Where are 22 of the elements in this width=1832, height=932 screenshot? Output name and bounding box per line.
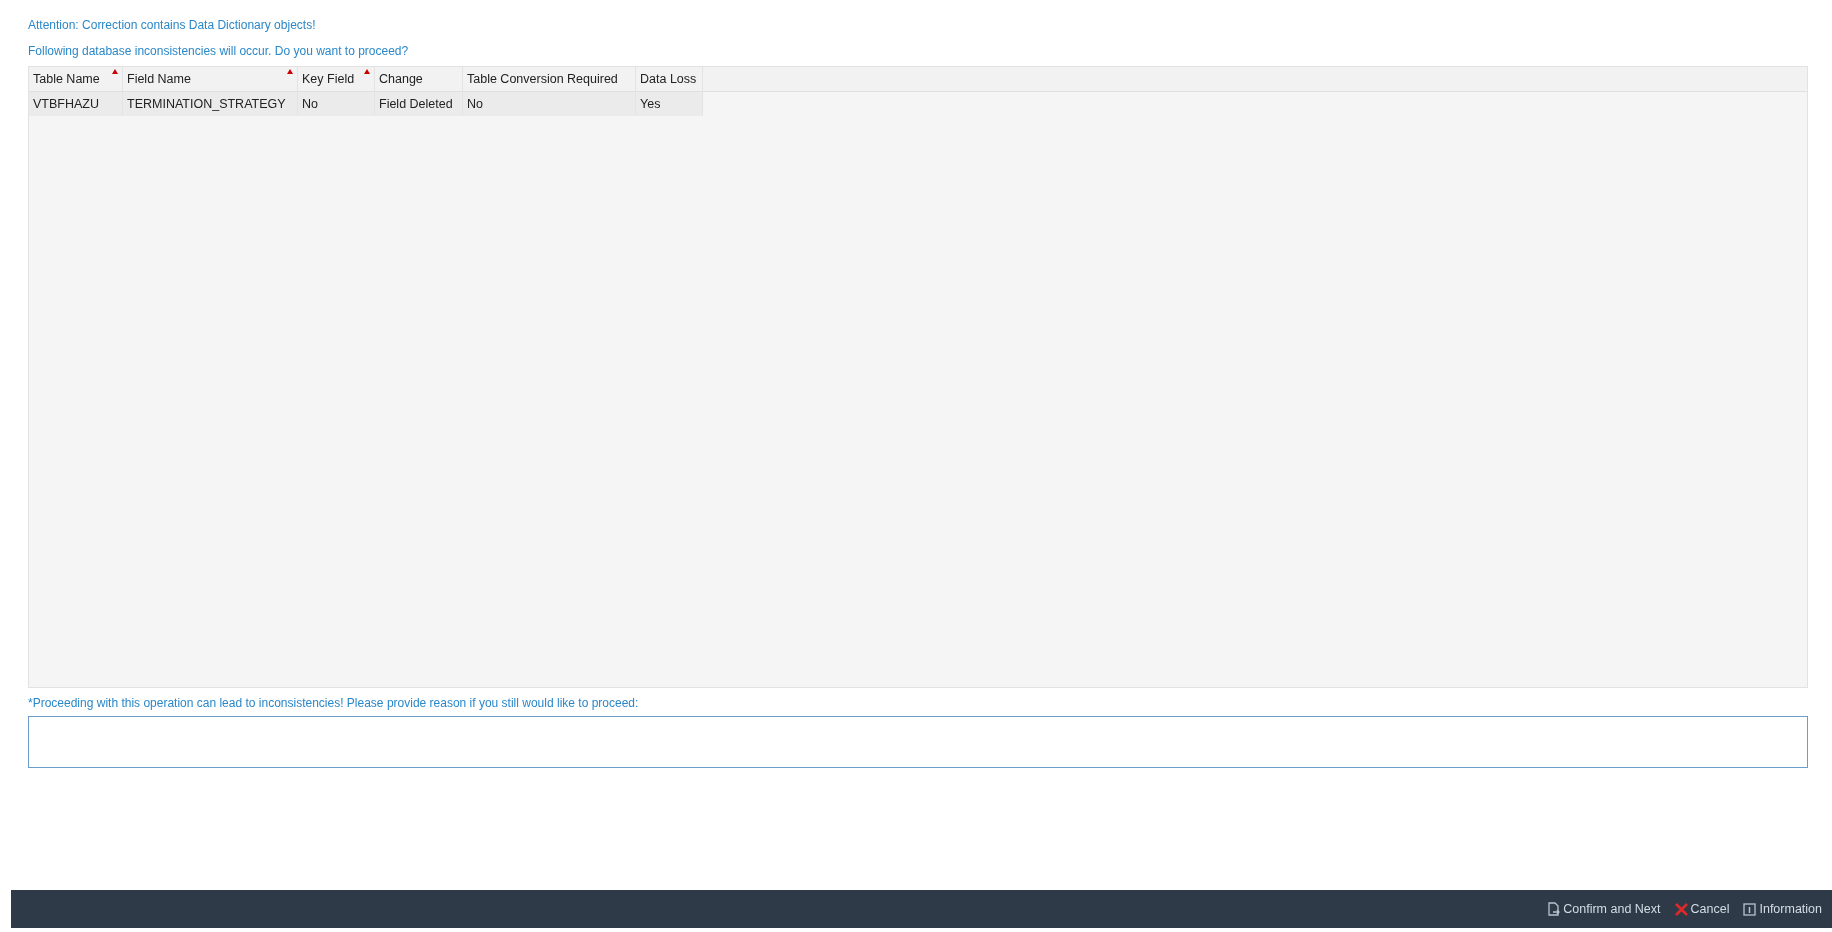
table-cell: No <box>298 92 375 116</box>
table-cell: VTBFHAZU <box>29 92 123 116</box>
close-icon <box>1674 902 1688 916</box>
column-header[interactable]: Field Name <box>123 67 298 91</box>
table-cell: No <box>463 92 636 116</box>
info-button[interactable]: Information <box>1743 902 1822 916</box>
document-arrow-icon <box>1547 902 1561 916</box>
table-cell: TERMINATION_STRATEGY <box>123 92 298 116</box>
table-cell: Field Deleted <box>375 92 463 116</box>
table-cell: Yes <box>636 92 703 116</box>
message-text: Attention: Correction contains Data Dictionary objects! <box>28 17 317 34</box>
info-icon <box>1743 902 1757 916</box>
reason-label: *Proceeding with this operation can lead to inconsistencies! Please provide reason if you still would like to proceed: <box>28 695 640 712</box>
column-header[interactable]: Change <box>375 67 463 91</box>
column-header[interactable]: Data Loss <box>636 67 703 91</box>
reason-input-field[interactable] <box>28 716 1808 768</box>
column-header[interactable]: Key Field <box>298 67 375 91</box>
message-text: Following database inconsistencies will occur. Do you want to proceed? <box>28 43 410 60</box>
column-header[interactable]: Table Conversion Required <box>463 67 636 91</box>
cancel-button[interactable]: Cancel <box>1674 902 1730 916</box>
confirm-button[interactable]: Confirm and Next <box>1547 902 1661 916</box>
column-header[interactable]: Table Name <box>29 67 123 91</box>
